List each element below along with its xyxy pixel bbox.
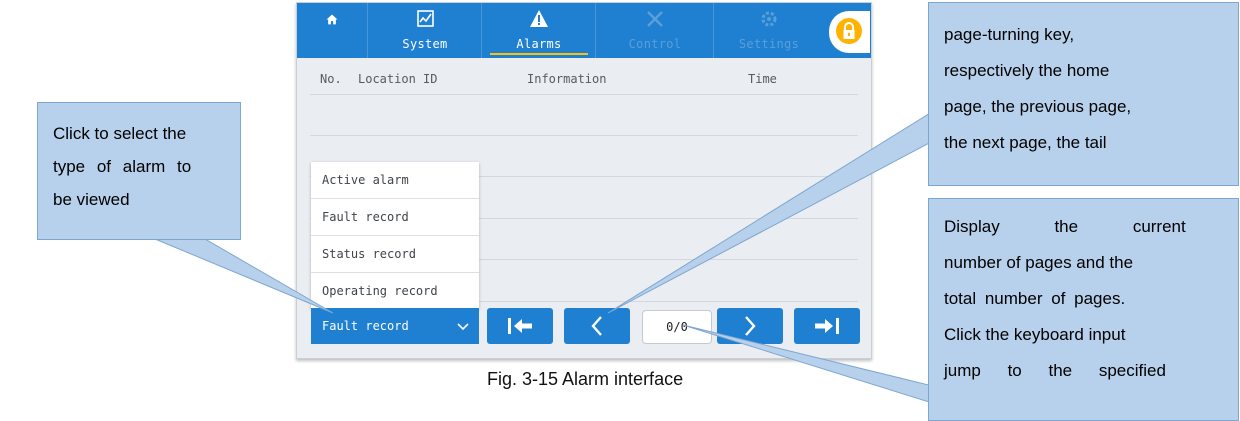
callout-text-line: jump to the specified	[944, 361, 1166, 380]
callout-text-line: be viewed	[53, 190, 130, 209]
callout-page-turning-keys: page-turning key, respectively the home …	[928, 2, 1239, 186]
callout-page-indicator: Display the current number of pages and …	[928, 198, 1239, 421]
callout-text-line: total number of pages.	[944, 289, 1126, 308]
callout-text-line: number of pages and the	[944, 253, 1134, 272]
callout-alarm-type: Click to select the type of alarm to be …	[37, 102, 241, 240]
callout-text-line: respectively the home	[944, 61, 1110, 80]
callout-text-line: Display the current	[944, 217, 1186, 236]
callout-text-line: page, the previous page,	[944, 97, 1132, 116]
callout-text-line: page-turning key,	[944, 25, 1075, 44]
callout-text-line: Click the keyboard input	[944, 325, 1126, 344]
callout-text-line: type of alarm to	[53, 157, 192, 176]
callout-text-line: Click to select the	[53, 124, 187, 143]
figure-caption: Fig. 3-15 Alarm interface	[487, 369, 684, 389]
callout-text-line: the next page, the tail	[944, 133, 1107, 152]
